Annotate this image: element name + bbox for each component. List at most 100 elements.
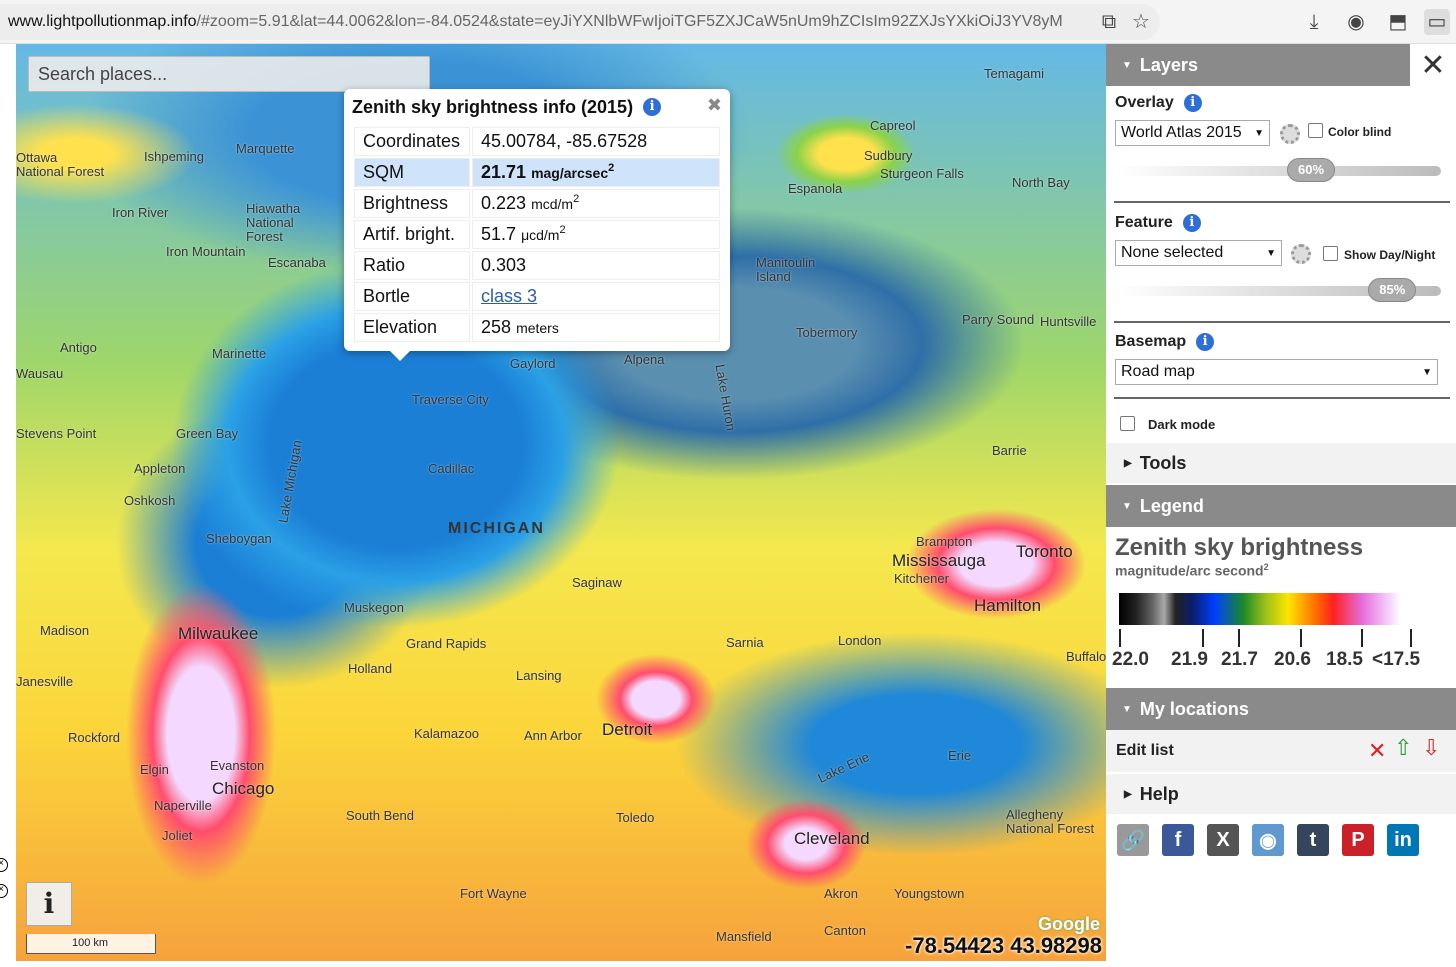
legend-subtitle: magnitude/arc second <box>1115 562 1264 579</box>
row-value: 0.223 <box>481 193 527 213</box>
triangle-down-icon: ▼ <box>1122 59 1132 71</box>
city-label: Gaylord <box>510 356 556 371</box>
url-path: /#zoom=5.91&lat=44.0062&lon=-84.0524&sta… <box>196 13 1063 30</box>
mylocations-header[interactable]: ▼ My locations <box>1106 688 1456 730</box>
download-icon[interactable]: ⇩ <box>1422 735 1440 761</box>
city-label: Huntsville <box>1040 314 1097 329</box>
darkmode-checkbox[interactable] <box>1120 416 1135 431</box>
row-value-cell: 51.7 μcd/m2 <box>472 220 720 249</box>
edit-list-row: Edit list ✕ ⇧ ⇩ <box>1106 730 1456 772</box>
info-icon[interactable]: i <box>1196 333 1215 351</box>
chevron-down-icon: ▼ <box>1266 247 1276 259</box>
table-row: Coordinates 45.00784, -85.67528 <box>354 127 720 156</box>
legend-subtitle-row: magnitude/arc second2 <box>1115 562 1445 579</box>
map-info-button[interactable]: i <box>26 882 72 926</box>
close-panel-icon[interactable]: ✕ <box>1410 44 1456 88</box>
linkedin-icon[interactable]: in <box>1387 824 1419 856</box>
info-icon[interactable]: i <box>643 98 662 116</box>
city-label: Sudbury <box>864 148 913 163</box>
tick-mark <box>1119 628 1121 647</box>
city-label: Antigo <box>60 340 97 355</box>
row-value: 0.303 <box>472 251 720 280</box>
row-unit: μcd/m <box>521 227 560 243</box>
side-panel: ▼ Layers ✕ Overlay i World Atlas 2015 ▼ Co… <box>1106 44 1456 967</box>
feature-label: Feature <box>1115 214 1173 231</box>
close-icon[interactable]: ✖ <box>707 95 722 116</box>
legend-header[interactable]: ▼ Legend <box>1106 485 1456 527</box>
pinterest-icon[interactable]: P <box>1342 824 1374 856</box>
row-label: Brightness <box>354 189 470 218</box>
city-label: Kitchener <box>894 571 949 586</box>
browser-toolbar: www.lightpollutionmap.info/#zoom=5.91&la… <box>0 0 1456 44</box>
slider-knob[interactable]: 60% <box>1287 158 1335 182</box>
url-field[interactable]: www.lightpollutionmap.info/#zoom=5.91&la… <box>0 4 1160 40</box>
city-label: Rockford <box>68 730 121 745</box>
gear-icon[interactable] <box>1280 124 1300 144</box>
state-label: MICHIGAN <box>448 520 545 537</box>
tools-title: Tools <box>1139 452 1187 473</box>
region-label: Hiawatha National Forest <box>246 201 301 244</box>
link-icon[interactable]: 🔗 <box>1117 824 1149 856</box>
delete-icon[interactable]: ✕ <box>1368 738 1386 764</box>
close-circle-icon[interactable]: × <box>0 884 8 898</box>
layers-header[interactable]: ▼ Layers <box>1106 44 1410 86</box>
city-label: Erie <box>948 748 972 763</box>
info-popup: Zenith sky brightness info (2015) i ✖ Co… <box>344 89 730 361</box>
city-label: Joliet <box>162 828 193 843</box>
tumblr-icon[interactable]: t <box>1297 824 1329 856</box>
basemap-label-row: Basemap i <box>1115 333 1215 351</box>
city-label: Toledo <box>616 810 655 825</box>
reddit-icon[interactable]: ◉ <box>1252 824 1284 856</box>
extensions-icon[interactable]: ⬒ <box>1385 9 1411 35</box>
row-value: 21.71 <box>481 162 527 182</box>
url-domain: www.lightpollutionmap.info <box>8 13 197 30</box>
city-label: Sarnia <box>726 635 764 650</box>
sidebar-toggle-icon[interactable]: ▭ <box>1424 9 1450 35</box>
info-icon[interactable]: i <box>1183 94 1202 112</box>
search-input[interactable]: Search places... <box>28 56 430 92</box>
reader-mode-icon[interactable]: ⧉ <box>1096 9 1122 35</box>
tick-label: 18.5 <box>1326 648 1363 670</box>
tick-label: 20.6 <box>1274 648 1311 670</box>
upload-icon[interactable]: ⇧ <box>1394 735 1412 761</box>
facebook-icon[interactable]: f <box>1162 824 1194 856</box>
city-label: Brampton <box>916 534 973 549</box>
city-label: Oshkosh <box>124 493 176 508</box>
city-label: South Bend <box>346 808 414 823</box>
legend-ticks <box>1115 628 1415 649</box>
download-icon[interactable]: ⤓ <box>1301 9 1327 35</box>
city-label: Chicago <box>212 779 275 798</box>
overlay-select[interactable]: World Atlas 2015 ▼ <box>1115 120 1270 146</box>
row-unit: mag/arcsec <box>531 165 609 181</box>
account-icon[interactable]: ◉ <box>1343 9 1369 35</box>
feature-opacity-slider[interactable]: 85% <box>1116 278 1441 302</box>
basemap-select[interactable]: Road map ▼ <box>1115 359 1438 385</box>
divider <box>1114 201 1450 203</box>
tick-label: <17.5 <box>1372 648 1421 670</box>
city-label: Alpena <box>624 352 665 367</box>
gear-icon[interactable] <box>1291 244 1311 264</box>
feature-select[interactable]: None selected ▼ <box>1115 240 1282 266</box>
colorblind-checkbox[interactable] <box>1308 123 1323 138</box>
daynight-checkbox[interactable] <box>1323 246 1338 261</box>
basemap-label: Basemap <box>1115 333 1187 350</box>
city-label: Madison <box>40 623 90 638</box>
row-label: Bortle <box>354 282 470 311</box>
tick-mark <box>1410 628 1412 647</box>
overlay-opacity-slider[interactable]: 60% <box>1116 158 1441 182</box>
slider-knob[interactable]: 85% <box>1368 278 1417 302</box>
tools-header[interactable]: ▶ Tools <box>1106 443 1456 483</box>
city-label: North Bay <box>1012 175 1070 190</box>
bookmark-star-icon[interactable]: ☆ <box>1128 9 1154 35</box>
city-label: Buffalo <box>1066 649 1106 664</box>
x-icon[interactable]: X <box>1207 824 1239 856</box>
city-label: Detroit <box>602 720 653 739</box>
scale-bar: 100 km <box>26 934 156 954</box>
close-circle-icon[interactable]: × <box>0 858 8 872</box>
info-icon[interactable]: i <box>1182 214 1201 232</box>
region-label: Allegheny National Forest <box>1006 807 1095 836</box>
bortle-link[interactable]: class 3 <box>481 286 537 306</box>
help-header[interactable]: ▶ Help <box>1106 774 1456 814</box>
row-label: Coordinates <box>354 127 470 156</box>
overlay-label-row: Overlay i <box>1115 94 1202 112</box>
